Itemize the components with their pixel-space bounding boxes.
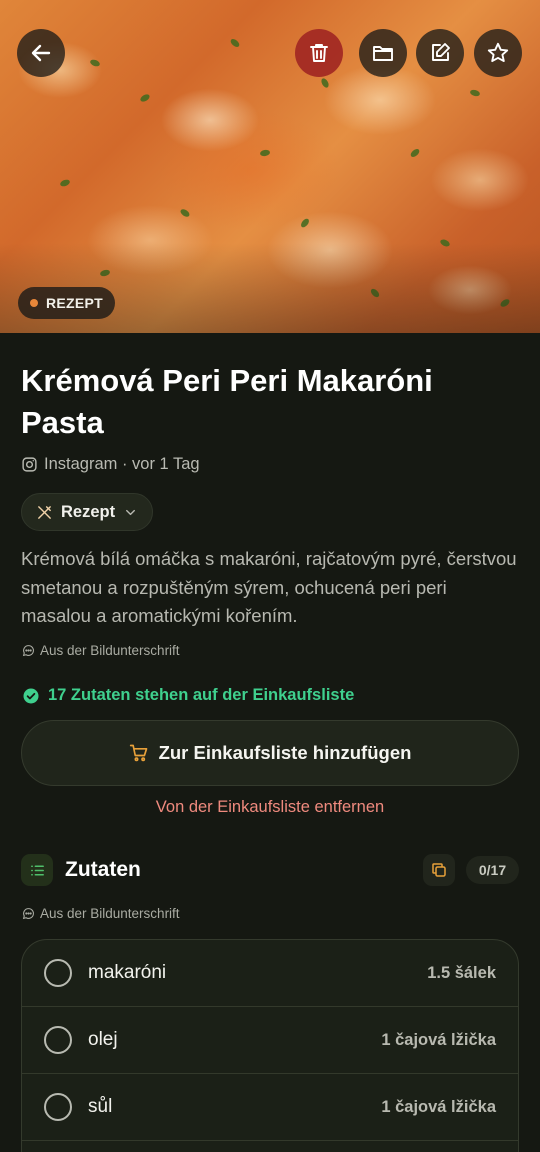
- ingredients-list: makaróni 1.5 šálek olej 1 čajová lžička …: [21, 939, 519, 1152]
- source-meta: Instagram · vor 1 Tag: [21, 455, 200, 474]
- trash-icon: [310, 44, 328, 62]
- shopping-status: 17 Zutaten stehen auf der Einkaufsliste: [22, 686, 354, 705]
- delete-button[interactable]: [295, 29, 343, 77]
- badge-dot: [30, 299, 38, 307]
- shopping-status-text: 17 Zutaten stehen auf der Einkaufsliste: [48, 686, 355, 704]
- chevron-down-icon: [126, 509, 136, 515]
- ingredient-row[interactable]: olej 1 čajová lžička: [22, 1007, 518, 1074]
- list-icon: [30, 864, 44, 876]
- cart-icon: [129, 744, 147, 762]
- add-to-shopping-list-label: Zur Einkaufsliste hinzufügen: [158, 742, 412, 763]
- source-meta-text: Instagram · vor 1 Tag: [44, 455, 200, 473]
- folder-button[interactable]: [359, 29, 407, 77]
- recipe-title: Krémová Peri Peri Makaróni Pasta: [21, 363, 433, 440]
- ingredients-header: Zutaten: [21, 854, 141, 886]
- back-button[interactable]: [17, 29, 65, 77]
- check-circle-icon: [23, 688, 39, 703]
- ingredient-row[interactable]: sůl 1 čajová lžička: [22, 1074, 518, 1141]
- edit-icon: [432, 43, 450, 61]
- ingredient-row[interactable]: makaróni 1.5 šálek: [22, 940, 518, 1007]
- caption-source: Aus der Bildunterschrift: [22, 643, 180, 658]
- recipe-description: Krémová bílá omáčka s makaróni, rajčatov…: [21, 548, 517, 626]
- star-icon: [487, 42, 509, 63]
- ingredients-caption-source: Aus der Bildunterschrift: [22, 906, 180, 921]
- ingredient-checkbox[interactable]: [44, 1093, 72, 1121]
- ingredient-name: sůl: [88, 1096, 113, 1117]
- favorite-button[interactable]: [474, 29, 522, 77]
- instagram-icon: [22, 457, 37, 472]
- chat-bubble-icon: [22, 645, 34, 657]
- recipe-type-label: Rezept: [61, 502, 116, 521]
- copy-ingredients-button[interactable]: [423, 854, 455, 886]
- recipe-type-dropdown[interactable]: Rezept: [21, 493, 154, 531]
- ingredient-qty: 1.5 šálek: [427, 963, 496, 982]
- ingredient-qty: 1 čajová lžička: [381, 1097, 496, 1116]
- list-icon-box: [21, 854, 53, 886]
- caption-source-text: Aus der Bildunterschrift: [40, 643, 180, 658]
- remove-from-shopping-list-link[interactable]: Von der Einkaufsliste entfernen: [0, 798, 540, 817]
- ingredient-qty: 1 čajová lžička: [381, 1030, 496, 1049]
- edit-button[interactable]: [416, 29, 464, 77]
- utensils-icon: [38, 505, 51, 519]
- ingredient-checkbox[interactable]: [44, 959, 72, 987]
- ingredient-checkbox[interactable]: [44, 1026, 72, 1054]
- chat-bubble-icon: [22, 908, 34, 920]
- copy-icon: [432, 863, 446, 877]
- ingredient-name: olej: [88, 1029, 118, 1050]
- add-to-shopping-list-button[interactable]: Zur Einkaufsliste hinzufügen: [21, 720, 519, 786]
- ingredients-caption-source-text: Aus der Bildunterschrift: [40, 906, 180, 921]
- badge-label: REZEPT: [46, 295, 104, 311]
- type-badge: REZEPT: [18, 287, 116, 319]
- folder-icon: [373, 46, 393, 61]
- ingredients-title: Zutaten: [65, 858, 141, 881]
- ingredients-counter: 0/17: [466, 856, 519, 884]
- ingredient-name: makaróni: [88, 962, 167, 983]
- arrow-left-icon: [31, 44, 51, 62]
